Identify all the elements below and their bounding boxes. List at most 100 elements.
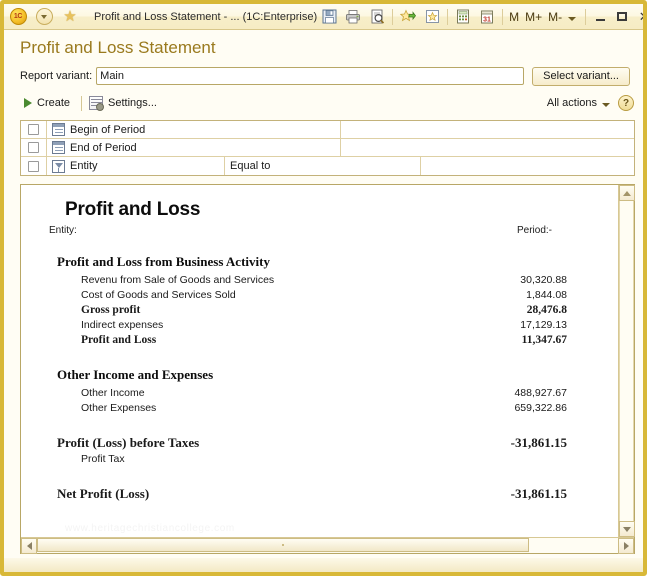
help-button[interactable]: ? <box>618 95 634 111</box>
title-bar: ★ Profit and Loss Statement - ... (1C:En… <box>4 4 643 30</box>
filter-name-label: Entity <box>70 160 98 172</box>
filter-value-cell[interactable] <box>341 121 634 138</box>
chevron-right-icon <box>623 542 629 550</box>
all-actions-label: All actions <box>546 97 597 109</box>
filter-checkbox-cell[interactable] <box>21 121 47 138</box>
report-variant-input[interactable] <box>96 67 525 85</box>
checkbox-icon[interactable] <box>28 160 39 172</box>
scroll-right-button[interactable] <box>618 538 634 554</box>
report-period-label: Period:- <box>516 225 552 236</box>
report-line: Other Expenses 659,322.86 <box>47 402 600 417</box>
section-heading: Profit and Loss from Business Activity <box>57 254 270 269</box>
filter-value-cell[interactable] <box>341 139 634 156</box>
report-line-value: 28,476.8 <box>526 304 567 316</box>
report-line-value: 17,129.13 <box>520 319 567 331</box>
page-header: Profit and Loss Statement Report variant… <box>4 30 643 114</box>
settings-button[interactable]: Settings... <box>89 96 157 111</box>
select-variant-button[interactable]: Select variant... <box>532 66 630 86</box>
minimize-button[interactable] <box>589 6 611 28</box>
favorites-button[interactable]: ★ <box>58 6 82 28</box>
checkbox-icon[interactable] <box>28 124 39 135</box>
print-preview-button[interactable] <box>366 7 388 27</box>
command-separator <box>81 95 83 111</box>
save-button[interactable] <box>318 7 340 27</box>
filter-name-cell[interactable]: Begin of Period <box>47 121 341 138</box>
maximize-button[interactable] <box>611 6 633 28</box>
report-horizontal-scrollbar[interactable] <box>21 537 634 554</box>
add-to-favorites-icon <box>400 9 417 22</box>
report-line-label: Indirect expenses <box>81 319 164 331</box>
report-vertical-scrollbar[interactable] <box>618 185 635 537</box>
vertical-scroll-track[interactable] <box>619 201 634 521</box>
filter-name-cell[interactable]: End of Period <box>47 139 341 156</box>
table-row[interactable]: Begin of Period <box>21 121 634 139</box>
report-line-label: Cost of Goods and Services Sold <box>81 289 236 301</box>
titlebar-separator-3 <box>502 8 504 25</box>
memory-subtract-button[interactable]: M- <box>545 11 565 23</box>
favorite-link-button[interactable] <box>421 7 443 27</box>
create-button[interactable]: Create <box>20 97 74 109</box>
favorite-link-icon <box>425 10 439 23</box>
all-actions-button[interactable]: All actions <box>547 97 610 109</box>
filter-checkbox-cell[interactable] <box>21 157 47 175</box>
add-to-favorites-button[interactable] <box>397 7 419 27</box>
report-total-value: -31,861.15 <box>510 486 567 501</box>
calendar-icon <box>52 141 65 154</box>
close-button[interactable]: ✕ <box>633 6 643 28</box>
filter-value-cell[interactable] <box>421 157 634 175</box>
report-line-value: 1,844.08 <box>526 289 567 301</box>
window-title: Profit and Loss Statement - ... (1C:Ente… <box>94 10 318 23</box>
chevron-down-icon <box>602 102 610 107</box>
report-line-label: Profit and Loss <box>81 334 157 346</box>
report-line: Profit and Loss 11,347.67 <box>47 334 600 349</box>
calculator-icon <box>457 9 470 24</box>
filter-comparison-cell[interactable]: Equal to <box>225 157 421 175</box>
report-line-label: Revenu from Sale of Goods and Services <box>81 274 275 286</box>
app-menu-button[interactable] <box>6 6 30 28</box>
report-line-label: Other Expenses <box>81 402 157 414</box>
memory-recall-button[interactable]: M <box>506 11 522 23</box>
report-title: Profit and Loss <box>65 199 201 220</box>
report-entity-label: Entity: <box>49 225 77 236</box>
chevron-down-icon[interactable] <box>568 16 577 21</box>
filter-name-cell[interactable]: Entity <box>47 157 225 175</box>
filter-icon <box>52 159 65 173</box>
report-document: Profit and Loss Entity: Period:- Profit … <box>21 185 618 537</box>
memory-add-button[interactable]: M+ <box>522 11 545 23</box>
page-title: Profit and Loss Statement <box>20 38 216 57</box>
report-document-inner: Profit and Loss Entity: Period:- Profit … <box>21 185 618 504</box>
report-line-label: Gross profit <box>81 304 141 316</box>
report-line-value: 11,347.67 <box>521 334 567 346</box>
report-line: Profit Tax <box>47 453 600 468</box>
menu-dropdown-icon <box>35 8 53 25</box>
report-total-label: Profit (Loss) before Taxes <box>57 435 200 450</box>
calendar-button[interactable]: 31 <box>476 7 498 27</box>
chevron-left-icon <box>26 542 32 550</box>
watermark-text: www.heritagechristiancollege.com <box>65 523 235 534</box>
calculator-button[interactable] <box>452 7 474 27</box>
scroll-left-button[interactable] <box>21 538 37 554</box>
table-row[interactable]: End of Period <box>21 139 634 157</box>
window-bottom-strip <box>4 558 643 572</box>
scroll-down-button[interactable] <box>619 521 635 537</box>
1c-logo-icon <box>9 8 27 25</box>
chevron-down-icon <box>623 526 631 532</box>
report-line-label: Other Income <box>81 387 145 399</box>
report-total-line: Net Profit (Loss) -31,861.15 <box>47 486 600 504</box>
menu-dropdown-button[interactable] <box>32 6 56 28</box>
save-icon <box>322 9 337 24</box>
report-line: Cost of Goods and Services Sold 1,844.08 <box>47 289 600 304</box>
checkbox-icon[interactable] <box>28 142 39 153</box>
print-button[interactable] <box>342 7 364 27</box>
filter-name-label: End of Period <box>70 141 137 154</box>
report-line-value: 30,320.88 <box>520 274 567 286</box>
horizontal-scroll-track[interactable] <box>529 538 618 553</box>
scroll-up-button[interactable] <box>619 185 635 201</box>
filter-checkbox-cell[interactable] <box>21 139 47 156</box>
report-line: Indirect expenses 17,129.13 <box>47 319 600 334</box>
table-row[interactable]: Entity Equal to <box>21 157 634 175</box>
section-heading: Other Income and Expenses <box>57 367 214 382</box>
horizontal-scroll-thumb[interactable] <box>37 538 529 552</box>
